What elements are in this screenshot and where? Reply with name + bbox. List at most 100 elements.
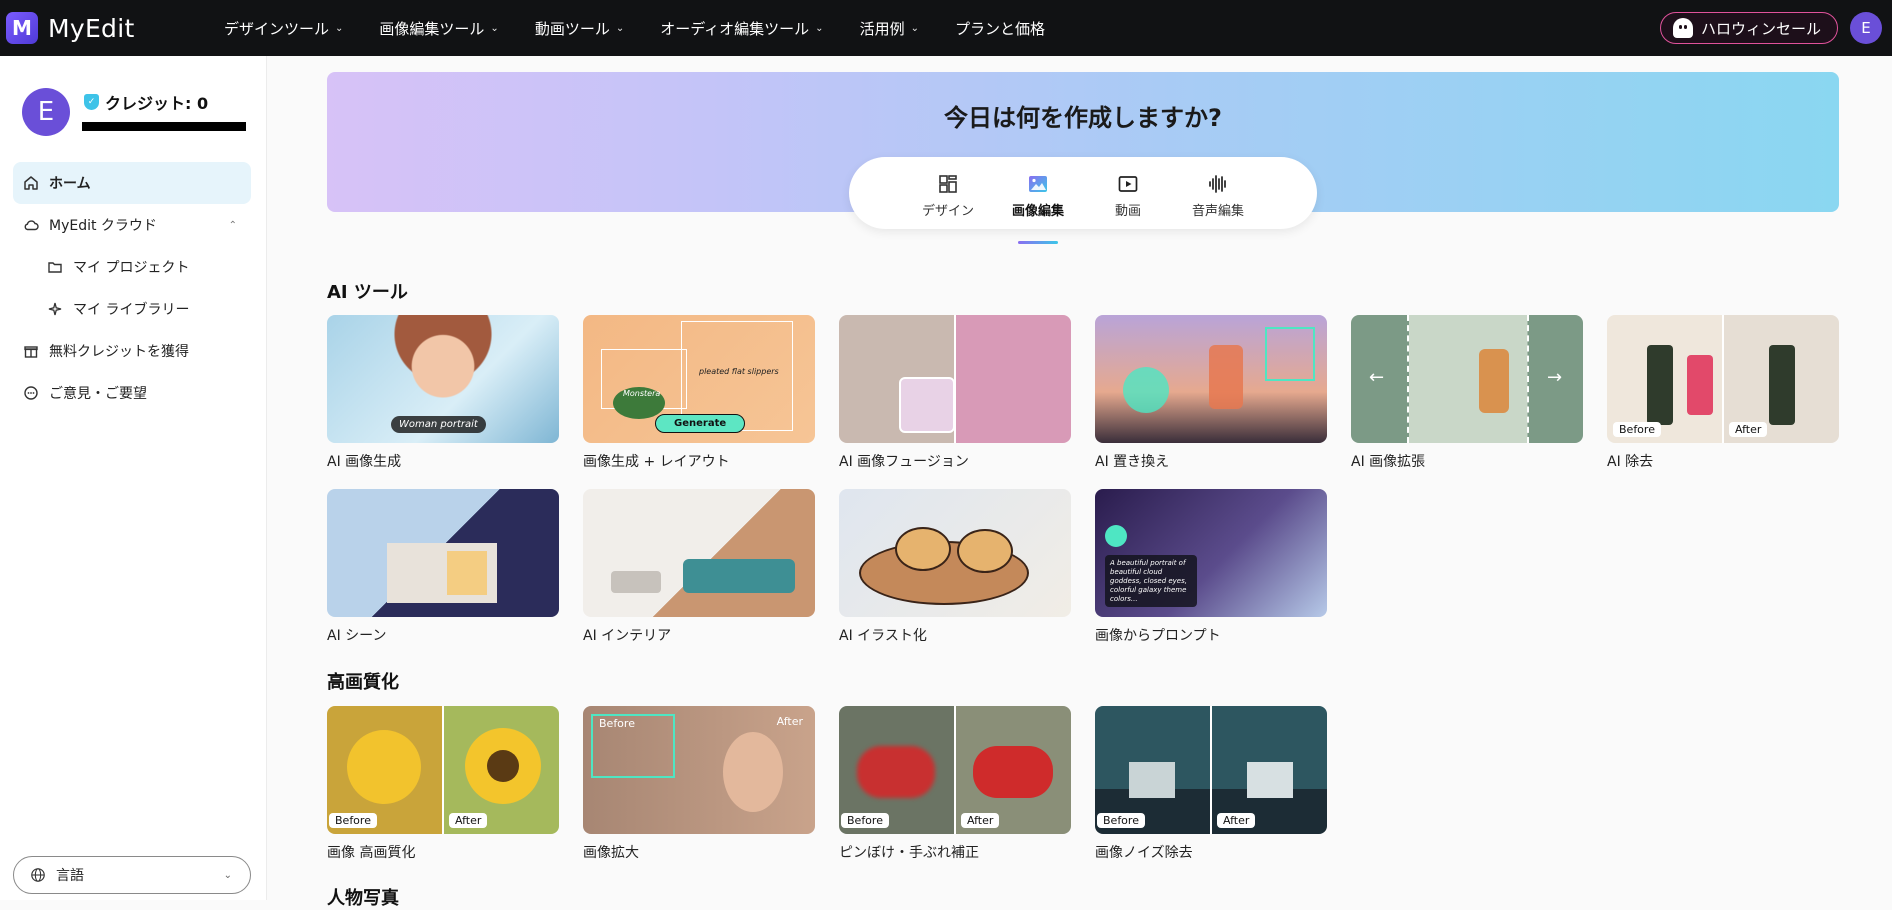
face-shape xyxy=(723,732,783,812)
split-line xyxy=(442,706,444,834)
expand-guide xyxy=(1407,315,1409,443)
arrow-right-icon: → xyxy=(1547,367,1563,388)
before-label: Before xyxy=(1097,813,1145,828)
tool-card-ai-remove[interactable]: Before After AI 除去 xyxy=(1607,315,1839,471)
tool-card-ai-illustration[interactable]: AI イラスト化 xyxy=(839,489,1071,645)
tool-card-label: AI インテリア xyxy=(583,628,672,644)
tab-image-editing[interactable]: 画像編集 xyxy=(1000,173,1076,244)
avatar[interactable]: E xyxy=(22,88,70,136)
ghost-icon xyxy=(1672,18,1693,38)
chevron-down-icon: ⌄ xyxy=(335,22,344,34)
window-light xyxy=(447,551,487,595)
image-icon xyxy=(1029,176,1047,192)
user-avatar-button[interactable]: E xyxy=(1850,12,1882,44)
bottle-shape xyxy=(1769,345,1795,425)
language-label: 言語 xyxy=(56,868,84,884)
tool-card-image-enlarge[interactable]: Before After 画像拡大 xyxy=(583,706,815,862)
tool-card-label: AI イラスト化 xyxy=(839,628,927,644)
tool-card-ai-image-expand[interactable]: ← → AI 画像拡張 xyxy=(1351,315,1583,471)
sparkle-icon xyxy=(47,301,63,317)
tool-thumbnail xyxy=(327,489,559,617)
sidebar-item-label: マイ プロジェクト xyxy=(73,260,190,276)
halloween-sale-button[interactable]: ハロウィンセール xyxy=(1659,12,1838,44)
bottle-shape xyxy=(1479,349,1509,413)
after-label: After xyxy=(1729,422,1768,437)
layout-grid-icon xyxy=(939,175,957,193)
tab-label: 動画 xyxy=(1114,204,1141,219)
expand-guide xyxy=(1527,315,1529,443)
before-label: Before xyxy=(841,813,889,828)
video-play-icon xyxy=(1118,176,1138,192)
tool-thumbnail: ← → xyxy=(1351,315,1583,443)
tab-video[interactable]: 動画 xyxy=(1090,173,1166,229)
logo-text: MyEdit xyxy=(48,13,135,43)
label-slippers: pleated flat slippers xyxy=(699,367,779,376)
tool-card-label: ピンぼけ・手ぶれ補正 xyxy=(839,845,979,861)
remove-mask xyxy=(1687,355,1713,415)
tool-card-image-to-prompt[interactable]: A beautiful portrait of beautiful cloud … xyxy=(1095,489,1327,645)
chat-bubble-icon xyxy=(23,385,39,401)
page-title: 今日は何を作成しますか? xyxy=(944,104,1222,132)
language-selector[interactable]: 言語 ⌄ xyxy=(13,856,251,894)
building-shape xyxy=(1247,762,1293,798)
sunflower-center xyxy=(487,750,519,782)
sidebar-item-feedback[interactable]: ご意見・ご要望 xyxy=(13,372,251,414)
chevron-down-icon: ⌄ xyxy=(615,22,625,34)
prompt-chip: Woman portrait xyxy=(391,416,486,433)
building-shape xyxy=(1129,762,1175,798)
tab-audio-editing[interactable]: 音声編集 xyxy=(1180,173,1256,229)
tool-thumbnail: Before After xyxy=(583,706,815,834)
tool-card-image-generation-layout[interactable]: Monstera pleated flat slippers Generate … xyxy=(583,315,815,471)
tab-design[interactable]: デザイン xyxy=(910,173,986,229)
motorbike-shape xyxy=(973,746,1053,798)
sidebar-item-label: 無料クレジットを獲得 xyxy=(49,344,189,360)
section-title-portrait: 人物写真 xyxy=(327,888,399,909)
nav-video-tools[interactable]: 動画ツール ⌄ xyxy=(517,0,642,56)
sidebar-item-my-library[interactable]: マイ ライブラリー xyxy=(13,288,251,330)
after-label: After xyxy=(776,715,803,728)
before-label: Before xyxy=(599,717,635,730)
tool-card-label: 画像生成 + レイアウト xyxy=(583,454,730,470)
tool-card-label: 画像からプロンプト xyxy=(1095,628,1221,644)
nav-pricing[interactable]: プランと価格 xyxy=(937,0,1063,56)
folder-icon xyxy=(47,259,63,275)
nav-audio-tools[interactable]: オーディオ編集ツール ⌄ xyxy=(642,0,841,56)
tool-card-label: 画像ノイズ除去 xyxy=(1095,845,1193,861)
split-line xyxy=(1722,315,1724,443)
myedit-logo[interactable]: M MyEdit xyxy=(6,12,206,44)
tool-card-denoise[interactable]: Before After 画像ノイズ除去 xyxy=(1095,706,1327,862)
nav-use-cases[interactable]: 活用例 ⌄ xyxy=(842,0,937,56)
promo-label: ハロウィンセール xyxy=(1700,19,1821,38)
tool-card-ai-replace[interactable]: AI 置き換え xyxy=(1095,315,1327,471)
tool-card-ai-interior[interactable]: AI インテリア xyxy=(583,489,815,645)
tool-card-label: AI 置き換え xyxy=(1095,454,1170,470)
sidebar-item-home[interactable]: ホーム xyxy=(13,162,251,204)
tool-thumbnail: Before After xyxy=(327,706,559,834)
split-line xyxy=(1210,706,1212,834)
chevron-up-icon[interactable]: ⌃ xyxy=(229,220,237,231)
nav-label: プランと価格 xyxy=(954,19,1045,38)
tool-card-image-upscale[interactable]: Before After 画像 高画質化 xyxy=(327,706,559,862)
cloud-icon xyxy=(23,217,39,233)
tool-card-ai-image-fusion[interactable]: AI 画像フュージョン xyxy=(839,315,1071,471)
top-navigation-bar: M MyEdit デザインツール ⌄ 画像編集ツール ⌄ 動画ツール ⌄ オーディオ編… xyxy=(0,0,1892,56)
tool-card-ai-image-generation[interactable]: Woman portrait AI 画像生成 xyxy=(327,315,559,471)
sidebar: E ✓ クレジット: 0 ホーム MyEdit クラウド ⌃ マイ プロジェクト… xyxy=(0,56,267,900)
sidebar-item-label: ホーム xyxy=(49,176,91,192)
sidebar-item-cloud[interactable]: MyEdit クラウド ⌃ xyxy=(13,204,251,246)
nav-label: 画像編集ツール xyxy=(379,19,485,38)
generate-chip: Generate xyxy=(655,414,746,433)
nav-design-tools[interactable]: デザインツール ⌄ xyxy=(206,0,361,56)
tool-card-label: AI 画像フュージョン xyxy=(839,454,969,470)
nav-image-editing-tools[interactable]: 画像編集ツール ⌄ xyxy=(361,0,516,56)
tool-thumbnail xyxy=(1095,315,1327,443)
tool-card-ai-scene[interactable]: AI シーン xyxy=(327,489,559,645)
sidebar-item-free-credits[interactable]: 無料クレジットを獲得 xyxy=(13,330,251,372)
tool-card-deblur[interactable]: Before After ピンぼけ・手ぶれ補正 xyxy=(839,706,1071,862)
tool-thumbnail: Before After xyxy=(1095,706,1327,834)
sidebar-item-my-projects[interactable]: マイ プロジェクト xyxy=(13,246,251,288)
nav-label: デザインツール xyxy=(224,19,330,38)
tool-card-label: AI 画像生成 xyxy=(327,454,402,470)
gift-icon xyxy=(23,343,39,359)
tool-card-label: AI 画像拡張 xyxy=(1351,454,1426,470)
